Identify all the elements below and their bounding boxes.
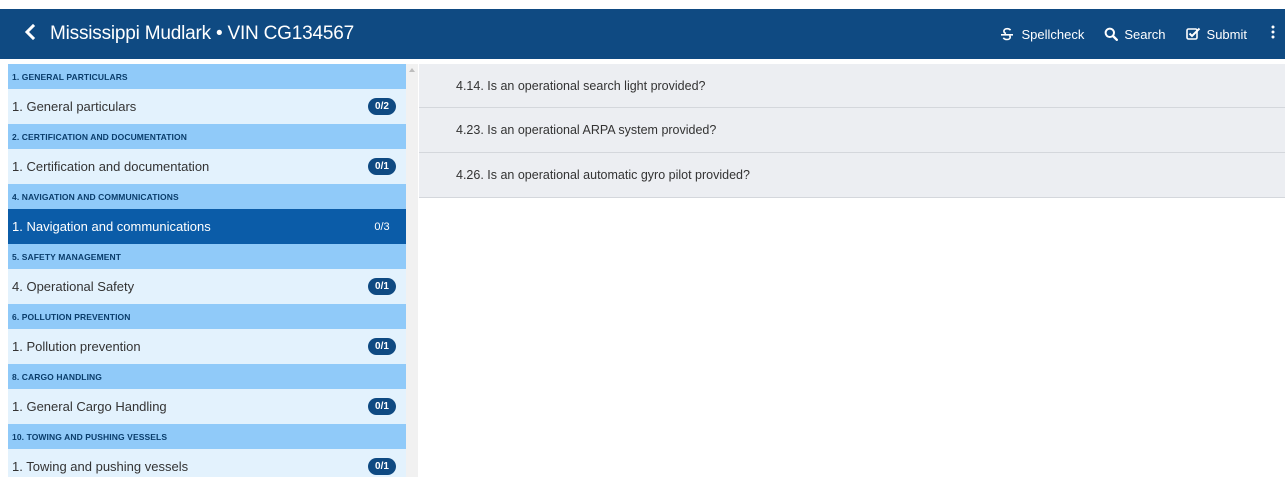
back-button[interactable] [10, 9, 50, 59]
sidebar-item-towing-pushing[interactable]: 1. Towing and pushing vessels 0/1 [8, 449, 406, 477]
search-label: Search [1124, 26, 1166, 42]
group-header: 2. CERTIFICATION AND DOCUMENTATION [8, 124, 406, 149]
search-button[interactable]: Search [1094, 9, 1175, 59]
progress-badge: 0/1 [368, 458, 396, 475]
spellcheck-button[interactable]: Spellcheck [989, 9, 1094, 59]
progress-badge: 0/1 [368, 278, 396, 295]
app-page: Mississippi Mudlark • VIN CG134567 Spell… [0, 0, 1285, 477]
toolbar: Spellcheck Search Submit [989, 9, 1285, 59]
question-list: 4.14. Is an operational search light pro… [419, 64, 1285, 477]
group-header: 4. NAVIGATION AND COMMUNICATIONS [8, 184, 406, 209]
section-sidebar: 1. GENERAL PARTICULARS 1. General partic… [8, 64, 406, 477]
sidebar-item-label: 4. Operational Safety [12, 279, 135, 294]
question-item[interactable]: 4.14. Is an operational search light pro… [419, 64, 1285, 108]
sidebar-item-label: 1. Pollution prevention [12, 339, 141, 354]
sidebar-item-navigation[interactable]: 1. Navigation and communications 0/3 [8, 209, 406, 244]
question-item[interactable]: 4.26. Is an operational automatic gyro p… [419, 153, 1285, 198]
kebab-vertical-icon [1271, 25, 1275, 44]
progress-badge: 0/1 [368, 158, 396, 175]
progress-badge: 0/3 [374, 220, 390, 233]
sidebar-item-label: 1. Certification and documentation [12, 159, 210, 174]
progress-badge: 0/1 [368, 338, 396, 355]
progress-badge: 0/2 [368, 98, 396, 115]
sidebar-item-label: 1. General particulars [12, 99, 137, 114]
search-icon [1104, 27, 1119, 41]
chevron-left-icon [24, 23, 36, 45]
more-menu-button[interactable] [1261, 9, 1285, 59]
group-header: 5. SAFETY MANAGEMENT [8, 244, 406, 269]
sidebar-item-label: 1. Navigation and communications [12, 219, 211, 234]
sidebar-scrollbar[interactable] [406, 64, 418, 477]
sidebar-item-pollution-prevention[interactable]: 1. Pollution prevention 0/1 [8, 329, 406, 364]
submit-button[interactable]: Submit [1176, 9, 1257, 59]
sidebar-item-label: 1. General Cargo Handling [12, 399, 167, 414]
scroll-up-arrow-icon[interactable] [409, 68, 415, 72]
sidebar-item-label: 1. Towing and pushing vessels [12, 459, 189, 474]
progress-badge: 0/1 [368, 398, 396, 415]
sidebar-item-cargo-handling[interactable]: 1. General Cargo Handling 0/1 [8, 389, 406, 424]
sidebar-item-operational-safety[interactable]: 4. Operational Safety 0/1 [8, 269, 406, 304]
group-header: 10. TOWING AND PUSHING VESSELS [8, 424, 406, 449]
page-title: Mississippi Mudlark • VIN CG134567 [50, 23, 354, 44]
checkbox-edit-icon [1185, 27, 1201, 41]
spellcheck-label: Spellcheck [1021, 26, 1085, 42]
group-header: 6. POLLUTION PREVENTION [8, 304, 406, 329]
submit-label: Submit [1206, 26, 1247, 42]
group-header: 8. CARGO HANDLING [8, 364, 406, 389]
group-header: 1. GENERAL PARTICULARS [8, 64, 406, 89]
sidebar-item-certification[interactable]: 1. Certification and documentation 0/1 [8, 149, 406, 184]
question-item[interactable]: 4.23. Is an operational ARPA system prov… [419, 108, 1285, 153]
top-bar: Mississippi Mudlark • VIN CG134567 Spell… [0, 9, 1285, 59]
sidebar-item-general-particulars[interactable]: 1. General particulars 0/2 [8, 89, 406, 124]
strikethrough-s-icon [999, 26, 1015, 42]
